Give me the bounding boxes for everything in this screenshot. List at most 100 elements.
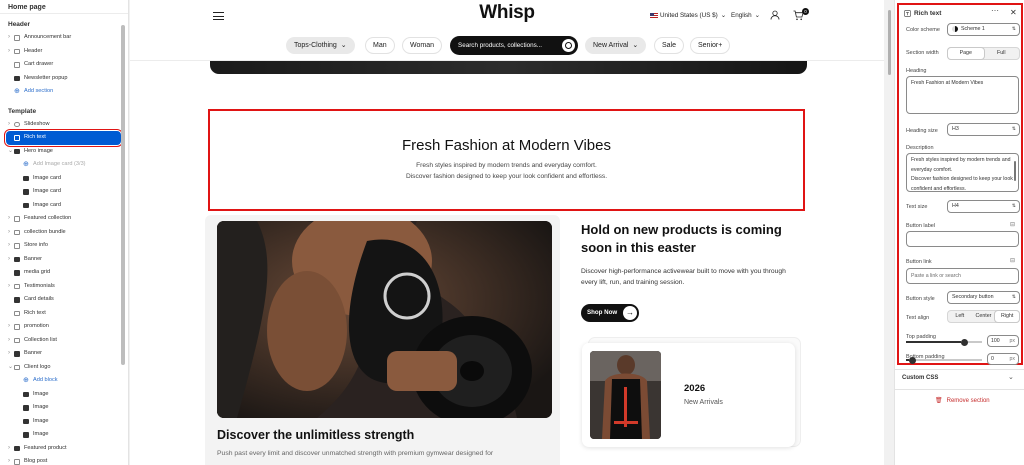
custom-css-label[interactable]: Custom CSS bbox=[902, 375, 938, 381]
chevron-down-icon[interactable]: ⌄ bbox=[8, 145, 13, 159]
bottom-padding-input[interactable]: 0 px bbox=[987, 353, 1019, 365]
chevron-right-icon[interactable]: › bbox=[8, 212, 10, 226]
chevron-right-icon[interactable]: › bbox=[8, 253, 10, 267]
sidebar-item[interactable]: Image bbox=[0, 388, 128, 402]
button-label-input[interactable] bbox=[906, 231, 1019, 247]
account-icon[interactable] bbox=[770, 10, 780, 20]
section-width-page[interactable]: Page bbox=[948, 48, 984, 59]
chevron-right-icon[interactable]: › bbox=[8, 455, 10, 465]
bottom-padding-slider[interactable] bbox=[906, 356, 982, 364]
remove-section-button[interactable]: 🗑 Remove section bbox=[935, 397, 990, 404]
slider-handle[interactable] bbox=[961, 338, 968, 346]
sidebar-item-label: Add block bbox=[33, 377, 58, 383]
page-title: Home page bbox=[0, 0, 128, 14]
nav-item[interactable]: Tops-Clothing ⌄ bbox=[286, 37, 355, 54]
chevron-right-icon[interactable]: › bbox=[8, 280, 10, 294]
section-icon bbox=[14, 324, 20, 330]
search-bar[interactable]: Search products, collections... bbox=[450, 36, 578, 55]
sidebar-item[interactable]: Image bbox=[0, 415, 128, 429]
text-size-select[interactable]: H4 ⇅ bbox=[947, 200, 1020, 213]
text-align-toggle[interactable]: Left Center Right bbox=[947, 310, 1020, 323]
rich-text-section[interactable]: Fresh Fashion at Modern Vibes Fresh styl… bbox=[208, 109, 805, 211]
sidebar-item[interactable]: media grid bbox=[0, 266, 128, 280]
sidebar-item[interactable]: ⊕ Add block bbox=[0, 374, 128, 388]
sidebar-item[interactable]: › Store info bbox=[0, 239, 128, 253]
top-padding-input[interactable]: 100 px bbox=[987, 335, 1019, 347]
chevron-right-icon[interactable]: › bbox=[8, 347, 10, 361]
sidebar-item[interactable]: Image card bbox=[0, 199, 128, 213]
language-selector[interactable]: English ⌄ bbox=[731, 12, 760, 19]
sidebar-item[interactable]: › collection bundle bbox=[0, 226, 128, 240]
chevron-right-icon[interactable]: › bbox=[8, 118, 10, 132]
chevron-right-icon[interactable]: › bbox=[8, 239, 10, 253]
section-width-toggle[interactable]: Page Full bbox=[947, 47, 1020, 60]
button-style-select[interactable]: Secondary button ⇅ bbox=[947, 291, 1020, 304]
description-textarea[interactable]: Fresh styles inspired by modern trends a… bbox=[906, 153, 1019, 192]
sidebar-item[interactable]: ⊕ Add section bbox=[0, 85, 128, 99]
nav-item[interactable]: Woman bbox=[402, 37, 442, 54]
align-center[interactable]: Center bbox=[972, 311, 996, 322]
sidebar-item-label: Slideshow bbox=[24, 120, 50, 127]
sidebar-item[interactable]: › Testimonials bbox=[0, 280, 128, 294]
chevron-right-icon[interactable]: › bbox=[8, 226, 10, 240]
nav-item[interactable]: New Arrival ⌄ bbox=[585, 37, 647, 54]
sidebar-item[interactable]: Image card bbox=[0, 172, 128, 186]
slider-track bbox=[906, 359, 982, 361]
align-right[interactable]: Right bbox=[995, 311, 1020, 322]
sidebar-item[interactable]: › Slideshow bbox=[0, 118, 128, 132]
dynamic-source-icon[interactable]: ⊟ bbox=[1010, 257, 1015, 264]
heading-textarea[interactable]: Fresh Fashion at Modern Vibes bbox=[906, 76, 1019, 114]
chevron-right-icon[interactable]: › bbox=[8, 442, 10, 456]
preview-scrollbar[interactable] bbox=[888, 10, 891, 75]
dynamic-source-icon[interactable]: ⊟ bbox=[1010, 221, 1015, 228]
sidebar-item[interactable]: Card details bbox=[0, 293, 128, 307]
chevron-right-icon[interactable]: › bbox=[8, 334, 10, 348]
sidebar-item[interactable]: › Banner bbox=[0, 347, 128, 361]
chevron-down-icon: ⌄ bbox=[720, 12, 727, 19]
sidebar-item[interactable]: Cart drawer bbox=[0, 58, 128, 72]
description-scrollbar[interactable] bbox=[1014, 161, 1016, 181]
sidebar-scrollbar[interactable] bbox=[121, 25, 125, 365]
chevron-right-icon[interactable]: › bbox=[8, 320, 10, 334]
sidebar-item[interactable]: › Featured collection bbox=[0, 212, 128, 226]
sidebar-item[interactable]: › Announcement bar bbox=[0, 31, 128, 45]
sidebar-item[interactable]: › Collection list bbox=[0, 334, 128, 348]
remove-section-label: Remove section bbox=[946, 398, 990, 404]
sidebar-item-label: Image bbox=[33, 390, 49, 397]
color-scheme-select[interactable]: Scheme 1 ⇅ bbox=[947, 23, 1020, 36]
country-selector[interactable]: United States (US $) ⌄ bbox=[650, 12, 726, 19]
sidebar-item[interactable]: › Header bbox=[0, 45, 128, 59]
button-link-input[interactable]: Paste a link or search bbox=[906, 268, 1019, 284]
nav-item[interactable]: Senior+ bbox=[690, 37, 731, 54]
chevron-down-icon[interactable]: ⌄ bbox=[8, 361, 13, 375]
more-options-icon[interactable]: ⋯ bbox=[991, 6, 999, 15]
sidebar-item[interactable]: Image bbox=[0, 401, 128, 415]
sidebar-item[interactable]: Image card bbox=[0, 185, 128, 199]
section-width-full[interactable]: Full bbox=[984, 48, 1020, 59]
sidebar-item[interactable]: › Banner bbox=[0, 253, 128, 267]
sidebar-item[interactable]: ⊕ Add Image card (3/3) bbox=[0, 158, 128, 172]
sidebar-item[interactable]: Image bbox=[0, 428, 128, 442]
sidebar-item[interactable]: › Featured product bbox=[0, 442, 128, 456]
sidebar-item[interactable]: › Blog post bbox=[0, 455, 128, 465]
chevron-down-icon[interactable]: ⌄ bbox=[1008, 373, 1014, 381]
sidebar-item[interactable]: Newsletter popup bbox=[0, 72, 128, 86]
close-icon[interactable]: ✕ bbox=[1010, 8, 1017, 17]
chevron-right-icon[interactable]: › bbox=[8, 31, 10, 45]
nav-item-label: Woman bbox=[410, 42, 434, 49]
nav-item[interactable]: Man bbox=[365, 37, 395, 54]
shop-now-button[interactable]: Shop Now → bbox=[581, 304, 639, 322]
store-header: Whisp United States (US $) ⌄ English ⌄ 0 T… bbox=[130, 0, 884, 60]
sidebar-item[interactable]: ⌄ Hero image bbox=[0, 145, 128, 159]
slider-handle[interactable] bbox=[909, 356, 916, 364]
nav-item[interactable]: Sale bbox=[654, 37, 685, 54]
sidebar-item[interactable]: › promotion bbox=[0, 320, 128, 334]
heading-size-select[interactable]: H3 ⇅ bbox=[947, 123, 1020, 136]
top-padding-slider[interactable] bbox=[906, 338, 982, 346]
sidebar-item-selected[interactable]: Rich text bbox=[4, 129, 123, 147]
align-left[interactable]: Left bbox=[948, 311, 972, 322]
sidebar-item[interactable]: ⌄ Client logo bbox=[0, 361, 128, 375]
sidebar-item[interactable]: Rich text bbox=[0, 307, 128, 321]
chevron-right-icon[interactable]: › bbox=[8, 45, 10, 59]
search-icon[interactable] bbox=[562, 39, 575, 52]
